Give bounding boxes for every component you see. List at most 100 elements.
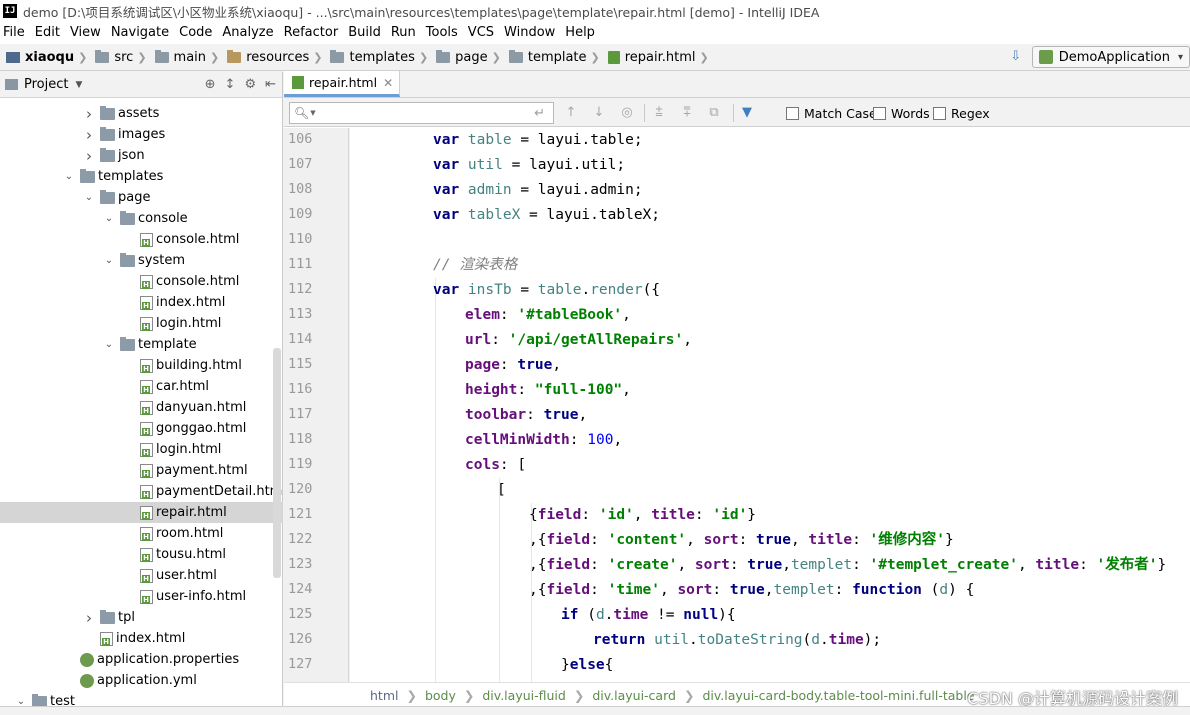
tree-file[interactable]: user-info.html <box>0 586 283 607</box>
code-line[interactable]: page: true, <box>465 353 561 378</box>
search-icon[interactable]: 🔍︎ <box>294 106 309 120</box>
find-all-icon[interactable]: ◎ <box>618 104 636 122</box>
tree-file[interactable]: application.yml <box>0 670 283 691</box>
collapse-all-icon[interactable]: ↕ <box>225 77 236 92</box>
breadcrumb-main[interactable]: main ❯ <box>154 49 226 65</box>
tree-folder[interactable]: ⌄ console <box>0 208 283 229</box>
code-line[interactable]: var table = layui.table; <box>433 128 643 153</box>
code-line[interactable]: var util = layui.util; <box>433 153 625 178</box>
editor-crumb[interactable]: div.layui-card-body.table-tool-mini.full… <box>702 688 974 703</box>
editor-crumb[interactable]: div.layui-fluid <box>482 688 565 703</box>
tree-file[interactable]: tousu.html <box>0 544 283 565</box>
breadcrumb-templates[interactable]: templates ❯ <box>330 49 434 65</box>
code-line[interactable]: }else{ <box>561 653 613 678</box>
menu-code[interactable]: Code <box>175 22 218 44</box>
newline-icon[interactable]: ↵ <box>534 106 545 121</box>
code-line[interactable]: ,{field: 'time', sort: true,templet: fun… <box>529 578 974 603</box>
tree-file[interactable]: index.html <box>0 628 283 649</box>
tree-file[interactable]: danyuan.html <box>0 397 283 418</box>
menu-analyze[interactable]: Analyze <box>218 22 279 44</box>
project-panel-title[interactable]: Project <box>24 77 68 92</box>
tree-folder[interactable]: ⌄ templates <box>0 166 283 187</box>
filter-icon[interactable]: ▼ <box>738 104 756 122</box>
next-occurrence-icon[interactable]: ↓ <box>590 104 608 122</box>
tree-folder[interactable]: › json <box>0 145 283 166</box>
checkbox-box[interactable] <box>873 107 886 120</box>
tree-folder[interactable]: ⌄ template <box>0 334 283 355</box>
checkbox-box[interactable] <box>933 107 946 120</box>
tree-file[interactable]: console.html <box>0 229 283 250</box>
chevron-down-icon[interactable]: ▼ <box>75 80 82 90</box>
gear-icon[interactable]: ⚙ <box>244 77 256 92</box>
add-occurrence-icon[interactable]: ⩲ <box>650 104 668 122</box>
locate-icon[interactable]: ⊕ <box>205 77 216 92</box>
tree-file[interactable]: login.html <box>0 313 283 334</box>
menu-file[interactable]: File <box>0 22 31 44</box>
chevron-down-icon[interactable]: ⌄ <box>63 171 75 182</box>
tree-file[interactable]: car.html <box>0 376 283 397</box>
code-line[interactable]: [ <box>497 478 506 503</box>
tree-file[interactable]: application.properties <box>0 649 283 670</box>
menu-navigate[interactable]: Navigate <box>107 22 175 44</box>
code-line[interactable]: cellMinWidth: 100, <box>465 428 622 453</box>
regex-checkbox[interactable]: Regex <box>933 106 990 121</box>
project-tree-scrollbar[interactable] <box>273 348 281 578</box>
code-line[interactable]: var insTb = table.render({ <box>433 278 660 303</box>
breadcrumb-file[interactable]: repair.html ❯ <box>607 50 715 65</box>
select-all-occurrences-icon[interactable]: ⧉ <box>705 104 723 122</box>
code-line[interactable]: height: "full-100", <box>465 378 631 403</box>
code-line[interactable]: ,{field: 'content', sort: true, title: '… <box>529 528 954 553</box>
previous-occurrence-icon[interactable]: ↑ <box>562 104 580 122</box>
chevron-down-icon[interactable]: ⌄ <box>103 255 115 266</box>
remove-occurrence-icon[interactable]: ⩱ <box>678 104 696 122</box>
editor-crumb[interactable]: div.layui-card <box>592 688 676 703</box>
tree-file[interactable]: payment.html <box>0 460 283 481</box>
breadcrumb-project[interactable]: xiaoqu ❯ <box>6 50 93 65</box>
tab-repair-html[interactable]: repair.html ✕ <box>284 71 401 97</box>
menu-vcs[interactable]: VCS <box>464 22 500 44</box>
chevron-right-icon[interactable]: › <box>83 609 95 627</box>
code-line[interactable]: var admin = layui.admin; <box>433 178 643 203</box>
code-line[interactable]: // 渲染表格 <box>433 253 517 278</box>
search-input[interactable]: 🔍︎ ▼ ↵ <box>289 102 554 124</box>
code-line[interactable]: ,{field: 'create', sort: true,templet: '… <box>529 553 1166 578</box>
code-line[interactable]: cols: [ <box>465 453 526 478</box>
chevron-right-icon[interactable]: › <box>83 126 95 144</box>
menu-refactor[interactable]: Refactor <box>280 22 345 44</box>
menu-view[interactable]: View <box>66 22 107 44</box>
tree-folder[interactable]: › images <box>0 124 283 145</box>
tree-file[interactable]: repair.html <box>0 502 283 523</box>
chevron-right-icon[interactable]: › <box>83 105 95 123</box>
hide-panel-icon[interactable]: ⇤ <box>265 77 276 92</box>
editor-gutter[interactable]: 106 107 108 109 110 111 112 113 114 115 116 117 118 1… <box>284 128 365 682</box>
run-configuration-select[interactable]: DemoApplication ▾ <box>1031 46 1190 68</box>
breadcrumb-resources[interactable]: resources ❯ <box>227 49 328 65</box>
tree-folder[interactable]: ⌄ system <box>0 250 283 271</box>
code-line[interactable]: return util.toDateString(d.time); <box>593 628 881 653</box>
menu-build[interactable]: Build <box>344 22 387 44</box>
tree-folder[interactable]: › tpl <box>0 607 283 628</box>
editor-crumb[interactable]: html <box>370 688 398 703</box>
code-line[interactable]: elem: '#tableBook', <box>465 303 631 328</box>
tree-file[interactable]: building.html <box>0 355 283 376</box>
menu-edit[interactable]: Edit <box>31 22 66 44</box>
chevron-down-icon[interactable]: ⌄ <box>83 192 95 203</box>
menu-window[interactable]: Window <box>500 22 561 44</box>
breadcrumb-page[interactable]: page ❯ <box>436 49 507 65</box>
menu-tools[interactable]: Tools <box>422 22 464 44</box>
menu-run[interactable]: Run <box>387 22 422 44</box>
chevron-down-icon[interactable]: ⌄ <box>103 213 115 224</box>
tree-folder[interactable]: ⌄ page <box>0 187 283 208</box>
code-line[interactable]: var tableX = layui.tableX; <box>433 203 660 228</box>
breadcrumb-src[interactable]: src ❯ <box>95 49 152 65</box>
chevron-right-icon[interactable]: › <box>83 147 95 165</box>
tree-file[interactable]: room.html <box>0 523 283 544</box>
menu-help[interactable]: Help <box>561 22 601 44</box>
close-icon[interactable]: ✕ <box>383 76 393 90</box>
tree-file[interactable]: user.html <box>0 565 283 586</box>
code-line[interactable]: toolbar: true, <box>465 403 587 428</box>
code-line[interactable]: if (d.time != null){ <box>561 603 736 628</box>
tree-folder[interactable]: › assets <box>0 103 283 124</box>
editor-crumb[interactable]: body <box>425 688 456 703</box>
code-line[interactable]: {field: 'id', title: 'id'} <box>529 503 756 528</box>
